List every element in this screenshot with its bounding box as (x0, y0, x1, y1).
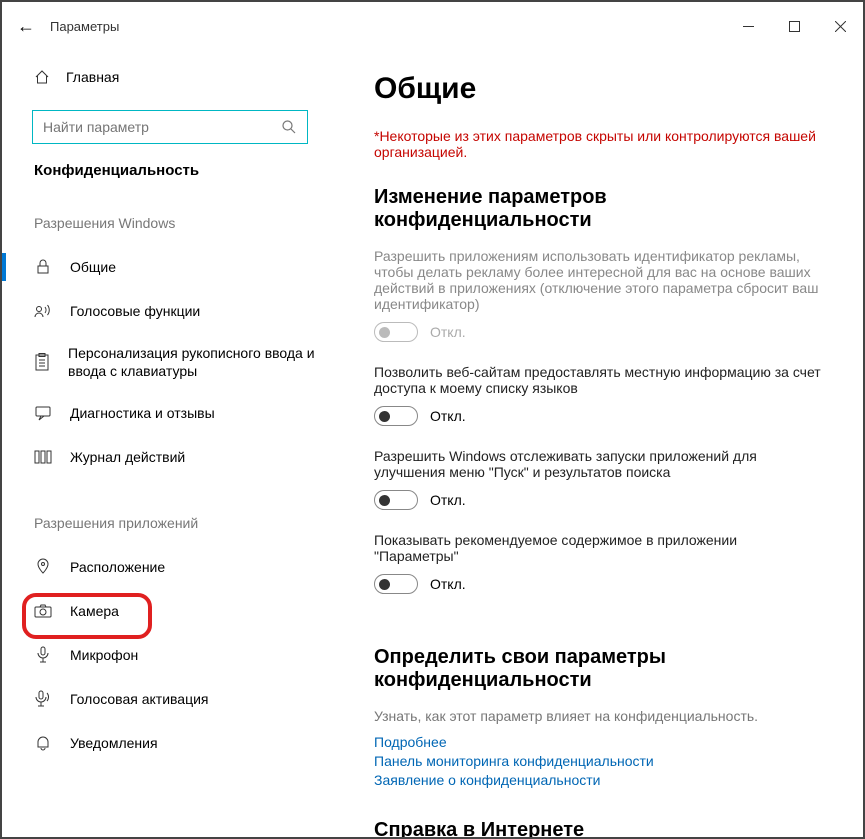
voice-icon (34, 690, 52, 708)
camera-icon (34, 604, 52, 618)
sidebar: Главная Конфиденциальность Разрешения Wi… (2, 50, 338, 837)
nav-speech[interactable]: Голосовые функции (2, 289, 338, 333)
search-box[interactable] (32, 110, 308, 144)
maximize-button[interactable] (771, 10, 817, 42)
nav-label: Расположение (70, 559, 165, 575)
link-statement[interactable]: Заявление о конфиденциальности (374, 772, 823, 788)
activity-icon (34, 450, 52, 464)
nav-diagnostics[interactable]: Диагностика и отзывы (2, 391, 338, 435)
feedback-icon (34, 405, 52, 421)
nav-activity[interactable]: Журнал действий (2, 435, 338, 479)
home-label: Главная (66, 69, 119, 85)
link-dashboard[interactable]: Панель мониторинга конфиденциальности (374, 753, 823, 769)
toggle-state: Откл. (430, 408, 466, 424)
search-input[interactable] (43, 119, 281, 135)
nav-label: Камера (70, 603, 119, 619)
nav-microphone[interactable]: Микрофон (2, 633, 338, 677)
toggle-app-launches[interactable] (374, 490, 418, 510)
group-header-windows: Разрешения Windows (2, 215, 338, 231)
nav-label: Микрофон (70, 647, 138, 663)
nav-label: Журнал действий (70, 449, 185, 465)
nav-label: Персонализация рукописного ввода и ввода… (68, 344, 318, 380)
nav-label: Голосовые функции (70, 303, 200, 319)
nav-voice-activation[interactable]: Голосовая активация (2, 677, 338, 721)
toggle-advertising-id (374, 322, 418, 342)
setting-4-desc: Показывать рекомендуемое содержимое в пр… (374, 532, 823, 564)
nav-label: Голосовая активация (70, 691, 209, 707)
home-link[interactable]: Главная (2, 56, 338, 98)
nav-notifications[interactable]: Уведомления (2, 721, 338, 765)
speech-icon (34, 303, 52, 319)
titlebar: ← Параметры (2, 2, 863, 50)
toggle-suggested-content[interactable] (374, 574, 418, 594)
close-button[interactable] (817, 10, 863, 42)
nav-label: Общие (70, 259, 116, 275)
toggle-state: Откл. (430, 324, 466, 340)
window-controls (725, 10, 863, 42)
section-heading-privacy: Изменение параметров конфиденциальности (374, 186, 823, 232)
setting-2-desc: Позволить веб-сайтам предоставлять местн… (374, 364, 823, 396)
group-header-apps: Разрешения приложений (2, 515, 338, 531)
window-title: Параметры (50, 19, 119, 34)
nav-label: Уведомления (70, 735, 158, 751)
page-title: Общие (374, 72, 823, 106)
setting-3-desc: Разрешить Windows отслеживать запуски пр… (374, 448, 823, 480)
section-sub: Узнать, как этот параметр влияет на конф… (374, 708, 823, 724)
category-heading: Конфиденциальность (2, 162, 338, 179)
minimize-button[interactable] (725, 10, 771, 42)
bell-icon (34, 735, 52, 751)
nav-general[interactable]: Общие (2, 245, 338, 289)
search-icon (281, 119, 297, 135)
lock-icon (34, 259, 52, 275)
org-warning: *Некоторые из этих параметров скрыты или… (374, 128, 823, 160)
home-icon (34, 69, 50, 85)
link-learn-more[interactable]: Подробнее (374, 734, 823, 750)
setting-1-desc: Разрешить приложениям использовать идент… (374, 248, 823, 312)
microphone-icon (34, 646, 52, 664)
clipboard-icon (34, 353, 50, 371)
toggle-language-list[interactable] (374, 406, 418, 426)
toggle-state: Откл. (430, 576, 466, 592)
back-button[interactable]: ← (2, 2, 50, 50)
toggle-state: Откл. (430, 492, 466, 508)
main-content: Общие *Некоторые из этих параметров скры… (338, 50, 863, 837)
section-heading-know-privacy: Определить свои параметры конфиденциальн… (374, 646, 774, 692)
nav-camera[interactable]: Камера (2, 589, 338, 633)
nav-inking[interactable]: Персонализация рукописного ввода и ввода… (2, 333, 338, 391)
nav-location[interactable]: Расположение (2, 545, 338, 589)
nav-label: Диагностика и отзывы (70, 405, 215, 421)
location-icon (34, 558, 52, 576)
section-heading-help: Справка в Интернете (374, 819, 823, 837)
